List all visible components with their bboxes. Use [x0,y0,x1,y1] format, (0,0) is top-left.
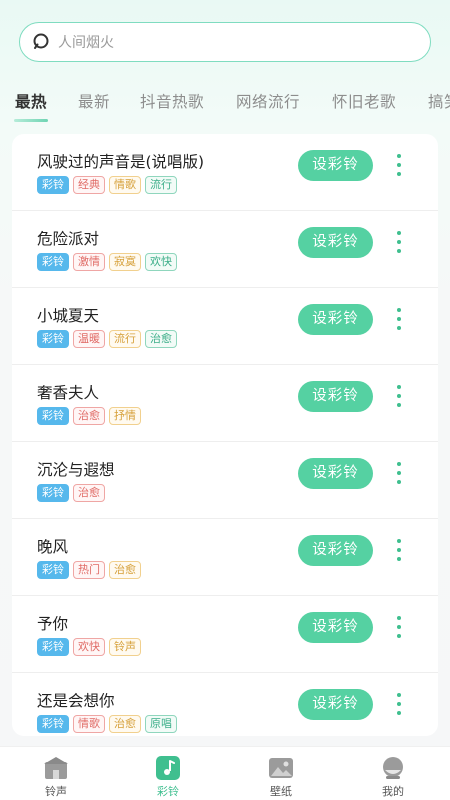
song-row[interactable]: 风驶过的声音是(说唱版) 彩铃 经典 情歌 流行 设彩铃 [12,134,438,211]
song-row[interactable]: 沉沦与遐想彩铃 治愈 设彩铃 [12,442,438,519]
song-tags: 彩铃 治愈 [37,484,105,502]
song-tags: 彩铃 经典 情歌 流行 [37,176,177,194]
nav-profile[interactable]: 我的 [337,747,449,800]
song-row[interactable]: 予你彩铃 欢快 铃声 设彩铃 [12,596,438,673]
tab-douyin-hits[interactable]: 抖音热歌 [140,90,204,112]
set-color-ring-button[interactable]: 设彩铃 [298,689,373,720]
bottom-nav: 铃声 彩铃 壁纸 我的 [0,746,450,800]
more-options-icon[interactable] [392,460,406,486]
more-options-icon[interactable] [392,383,406,409]
set-color-ring-button[interactable]: 设彩铃 [298,381,373,412]
nav-label-profile: 我的 [382,785,404,798]
music-note-icon [155,756,181,780]
song-tag: 治愈 [73,407,105,425]
color-ring-badge: 彩铃 [37,638,69,656]
song-tag: 治愈 [109,715,141,733]
song-tag: 治愈 [109,561,141,579]
song-tags: 彩铃 情歌 治愈 原唱 [37,715,177,733]
image-icon [268,756,294,780]
color-ring-badge: 彩铃 [37,330,69,348]
song-title: 还是会想你 [37,692,115,710]
set-color-ring-button[interactable]: 设彩铃 [298,304,373,335]
set-color-ring-button[interactable]: 设彩铃 [298,612,373,643]
song-row[interactable]: 危险派对彩铃 激情 寂寞 欢快 设彩铃 [12,211,438,288]
song-tag: 抒情 [109,407,141,425]
song-tag: 经典 [73,176,105,194]
nav-label-color-ring: 彩铃 [157,785,179,798]
song-tag: 治愈 [73,484,105,502]
song-tag: 欢快 [73,638,105,656]
more-options-icon[interactable] [392,152,406,178]
more-options-icon[interactable] [392,691,406,717]
song-row[interactable]: 还是会想你彩铃 情歌 治愈 原唱 设彩铃 [12,673,438,736]
song-tag: 治愈 [145,330,177,348]
more-options-icon[interactable] [392,614,406,640]
search-icon [32,32,52,52]
song-title: 沉沦与遐想 [37,461,115,479]
song-title: 晚风 [37,538,69,556]
song-tags: 彩铃 激情 寂寞 欢快 [37,253,177,271]
more-options-icon[interactable] [392,537,406,563]
song-tags: 彩铃 热门 治愈 [37,561,141,579]
nav-wallpaper[interactable]: 壁纸 [225,747,337,800]
song-title: 小城夏天 [37,307,100,325]
nav-label-wallpaper: 壁纸 [270,785,292,798]
song-tags: 彩铃 温暖 流行 治愈 [37,330,177,348]
tab-internet-popular[interactable]: 网络流行 [236,90,300,112]
song-tag: 寂寞 [109,253,141,271]
song-tag: 铃声 [109,638,141,656]
song-tag: 情歌 [73,715,105,733]
song-row[interactable]: 晚风彩铃 热门 治愈 设彩铃 [12,519,438,596]
song-row[interactable]: 小城夏天彩铃 温暖 流行 治愈 设彩铃 [12,288,438,365]
color-ring-badge: 彩铃 [37,407,69,425]
house-icon [43,756,69,780]
color-ring-badge: 彩铃 [37,484,69,502]
search-bar[interactable]: 人间烟火 [19,22,431,62]
song-list: 风驶过的声音是(说唱版) 彩铃 经典 情歌 流行 设彩铃 危险派对 彩铃 激情 寂寞 欢快 设彩铃 小城… [12,134,438,736]
color-ring-badge: 彩铃 [37,176,69,194]
song-tag: 流行 [145,176,177,194]
song-tag: 温暖 [73,330,105,348]
song-row[interactable]: 奢香夫人彩铃 治愈 抒情 设彩铃 [12,365,438,442]
song-tags: 彩铃 欢快 铃声 [37,638,141,656]
tab-oldies[interactable]: 怀旧老歌 [332,90,396,112]
tab-funny[interactable]: 搞笑 [428,90,450,112]
set-color-ring-button[interactable]: 设彩铃 [298,227,373,258]
song-tag: 原唱 [145,715,177,733]
color-ring-badge: 彩铃 [37,715,69,733]
active-tab-indicator [14,119,48,122]
song-tag: 欢快 [145,253,177,271]
set-color-ring-button[interactable]: 设彩铃 [298,535,373,566]
nav-ringtones[interactable]: 铃声 [0,747,112,800]
tab-hottest[interactable]: 最热 [15,90,47,112]
category-tabs: 最热 最新 抖音热歌 网络流行 怀旧老歌 搞笑 [0,84,450,124]
search-placeholder: 人间烟火 [58,35,114,51]
nav-color-ring[interactable]: 彩铃 [112,747,224,800]
song-tag: 热门 [73,561,105,579]
set-color-ring-button[interactable]: 设彩铃 [298,458,373,489]
more-options-icon[interactable] [392,229,406,255]
more-options-icon[interactable] [392,306,406,332]
song-title: 风驶过的声音是(说唱版) [37,153,205,171]
song-tag: 流行 [109,330,141,348]
song-title: 危险派对 [37,230,100,248]
user-icon [380,756,406,780]
song-tags: 彩铃 治愈 抒情 [37,407,141,425]
song-tag: 情歌 [109,176,141,194]
song-title: 予你 [37,615,69,633]
set-color-ring-button[interactable]: 设彩铃 [298,150,373,181]
color-ring-badge: 彩铃 [37,253,69,271]
tab-newest[interactable]: 最新 [78,90,110,112]
song-tag: 激情 [73,253,105,271]
nav-label-ringtones: 铃声 [45,785,67,798]
song-title: 奢香夫人 [37,384,100,402]
color-ring-badge: 彩铃 [37,561,69,579]
